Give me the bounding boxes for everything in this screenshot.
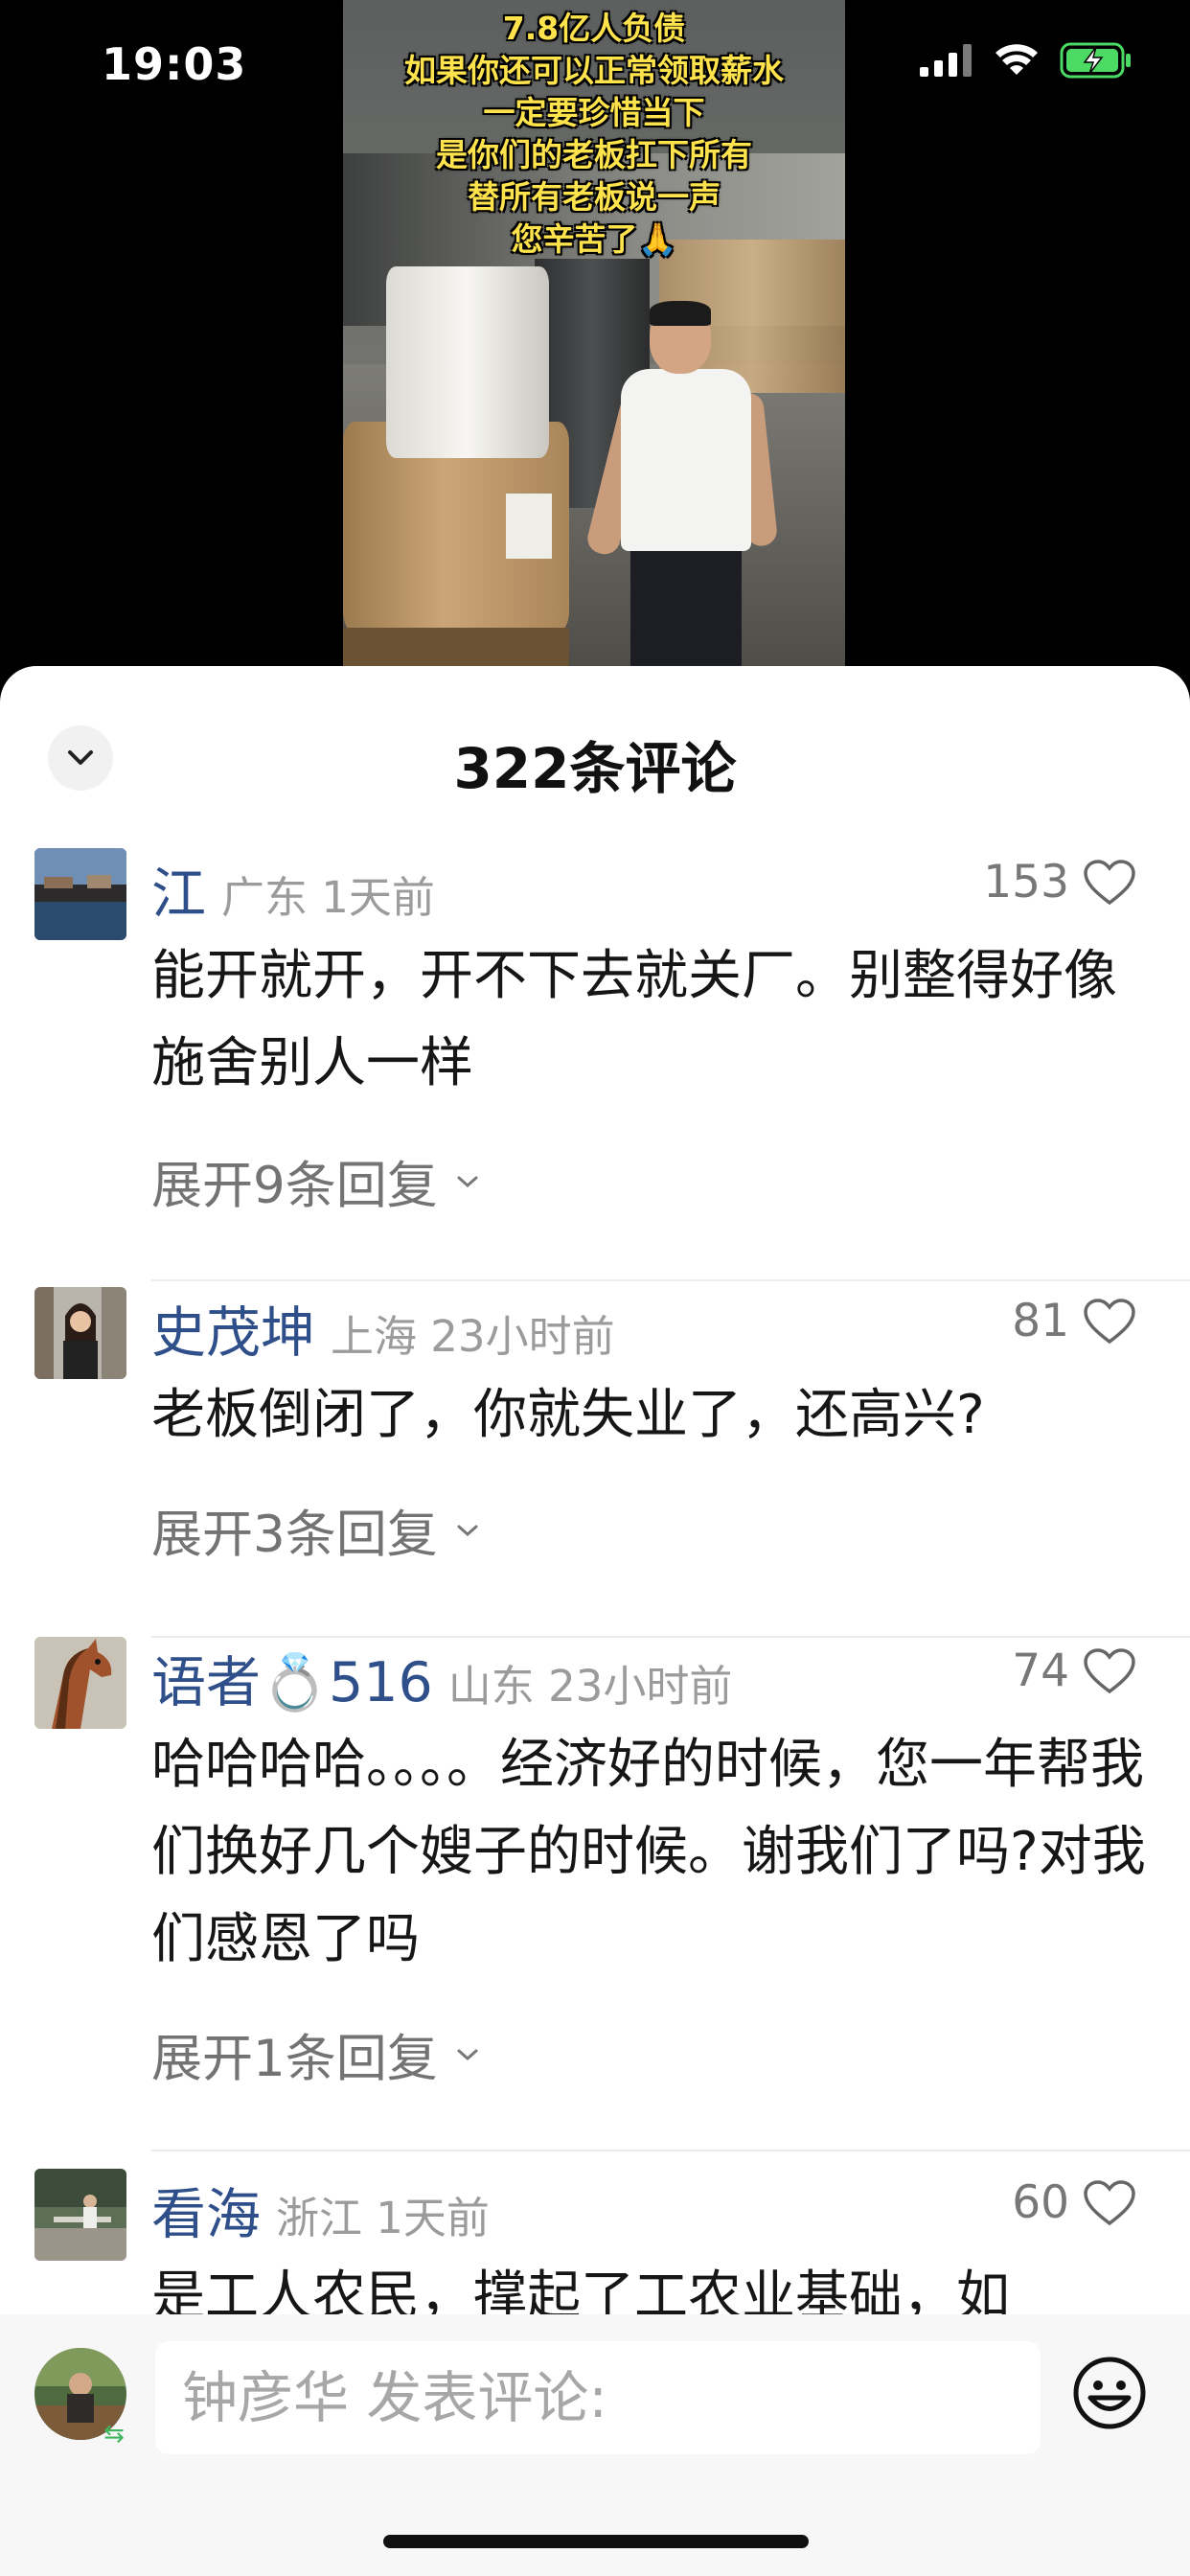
video-roll-label: [506, 494, 552, 559]
caption-line: 您辛苦了🙏: [511, 220, 677, 258]
home-indicator[interactable]: [383, 2535, 809, 2548]
chevron-down-icon: [457, 2049, 478, 2061]
comment-header: 江 广东 1天前: [151, 850, 435, 929]
emoji-button[interactable]: [1071, 2355, 1148, 2431]
comment-input-placeholder: 钟彦华 发表评论:: [182, 2365, 607, 2430]
like-button[interactable]: 153: [983, 856, 1136, 908]
video-person-shirt: [621, 369, 751, 551]
like-count: 74: [1012, 1644, 1069, 1697]
avatar[interactable]: [34, 848, 126, 940]
expand-replies-button[interactable]: 展开3条回复: [151, 1494, 480, 1567]
divider: [151, 2150, 1190, 2151]
caption-line: 替所有老板说一声: [468, 178, 721, 216]
like-count: 81: [1012, 1295, 1069, 1347]
expand-replies-label: 展开1条回复: [151, 2030, 438, 2088]
comment-author[interactable]: 看海: [151, 2171, 261, 2249]
like-button[interactable]: 60: [1012, 2176, 1136, 2229]
video-person-pants: [630, 537, 742, 680]
heart-icon: [1084, 1647, 1135, 1693]
avatar[interactable]: [34, 1287, 126, 1379]
comment-meta: 上海 23小时前: [331, 1311, 615, 1362]
expand-replies-label: 展开3条回复: [151, 1506, 438, 1564]
comment-text: 哈哈哈哈。。。。经济好的时候，您一年帮我们换好几个嫂子的时候。谢我们了吗?对我们…: [151, 1734, 1146, 1970]
comments-sheet: 322条评论 江 广东 1天前 153 能开就开，开不下去就关厂。别整得好像施舍…: [0, 666, 1190, 2576]
comment-header: 史茂坤 上海 23小时前: [151, 1289, 615, 1368]
divider: [151, 1279, 1190, 1281]
swap-account-icon: ⇆: [103, 2420, 125, 2449]
comment-author[interactable]: 语者💍516: [151, 1639, 433, 1717]
comment-text: 老板倒闭了，你就失业了，还高兴?: [151, 1384, 985, 1446]
expand-replies-button[interactable]: 展开1条回复: [151, 2018, 480, 2091]
video-paper-roll-white: [386, 266, 549, 458]
video-person-hair: [650, 301, 711, 326]
caption-line: 是你们的老板扛下所有: [436, 136, 752, 173]
comment-header: 看海 浙江 1天前: [151, 2171, 490, 2249]
like-button[interactable]: 81: [1012, 1295, 1136, 1347]
comment-header: 语者💍516 山东 23小时前: [151, 1639, 732, 1717]
status-time: 19:03: [102, 38, 247, 90]
divider: [151, 1636, 1190, 1638]
comment-input[interactable]: 钟彦华 发表评论:: [155, 2341, 1041, 2454]
comment-meta: 浙江 1天前: [276, 2193, 490, 2243]
video-pallet: [343, 628, 569, 666]
comment-author[interactable]: 史茂坤: [151, 1289, 315, 1368]
like-button[interactable]: 74: [1012, 1644, 1136, 1697]
comment-meta: 山东 23小时前: [447, 1661, 733, 1712]
avatar[interactable]: [34, 1637, 126, 1729]
chevron-down-icon: [457, 1525, 478, 1537]
emoji-icon: [1073, 2357, 1146, 2429]
comment-meta: 广东 1天前: [221, 872, 435, 923]
heart-icon: [1084, 2179, 1135, 2225]
cellular-signal-icon: [920, 44, 972, 77]
wifi-icon: [995, 44, 1038, 75]
comment-author[interactable]: 江: [151, 850, 206, 929]
expand-replies-button[interactable]: 展开9条回复: [151, 1145, 480, 1218]
heart-icon: [1084, 1298, 1135, 1344]
heart-icon: [1084, 859, 1135, 905]
comments-count-title: 322条评论: [453, 736, 737, 801]
status-bar: 19:03: [0, 0, 1190, 125]
chevron-down-icon: [457, 1176, 478, 1188]
like-count: 60: [1012, 2176, 1069, 2229]
expand-replies-label: 展开9条回复: [151, 1157, 438, 1215]
comment-text: 能开就开，开不下去就关厂。别整得好像施舍别人一样: [151, 945, 1117, 1094]
avatar[interactable]: [34, 2169, 126, 2261]
battery-charging-icon: [1060, 42, 1131, 79]
like-count: 153: [983, 856, 1069, 908]
status-icons: [920, 42, 1133, 79]
